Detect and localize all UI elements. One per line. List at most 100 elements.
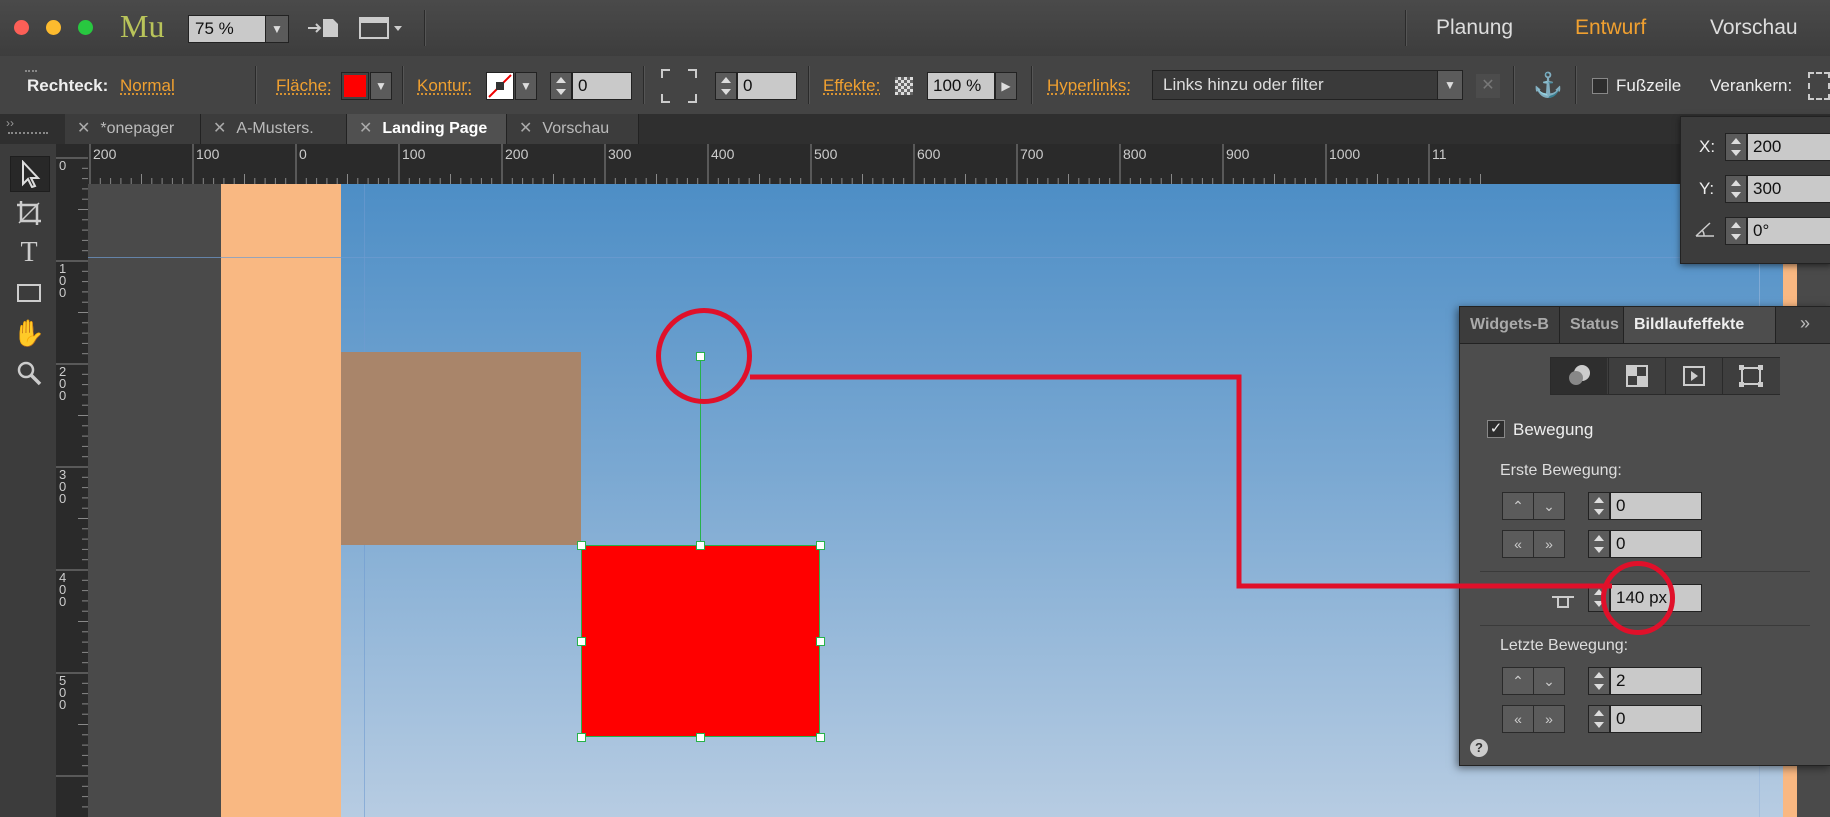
- last-horizontal-stepper[interactable]: [1588, 705, 1610, 733]
- last-horizontal-field[interactable]: 0: [1610, 705, 1702, 733]
- close-tab-icon[interactable]: ✕: [359, 120, 372, 137]
- first-vertical-field[interactable]: 0: [1610, 492, 1702, 520]
- close-window-button[interactable]: [14, 20, 29, 35]
- selected-rectangle[interactable]: [581, 545, 820, 737]
- rectangle-tool-icon[interactable]: [10, 276, 48, 310]
- divider: [1405, 10, 1407, 46]
- rotation-field[interactable]: 0°: [1747, 217, 1830, 245]
- tab-widgets-library[interactable]: Widgets-B: [1460, 307, 1560, 343]
- motion-effect-icon[interactable]: [1722, 358, 1780, 394]
- stroke-color-swatch[interactable]: [486, 72, 514, 100]
- resize-handle[interactable]: [816, 541, 825, 550]
- zoom-level-field[interactable]: 75 %: [188, 15, 266, 43]
- corner-radius-field[interactable]: 0: [737, 72, 797, 100]
- y-stepper[interactable]: [1725, 175, 1747, 203]
- fill-color-swatch[interactable]: [341, 72, 369, 100]
- resize-handle[interactable]: [696, 541, 705, 550]
- move-down-button[interactable]: ⌄: [1533, 667, 1565, 695]
- fill-label[interactable]: Fläche:: [276, 76, 332, 96]
- stroke-label[interactable]: Kontur:: [417, 76, 472, 96]
- collapse-panels-icon[interactable]: ››: [6, 116, 14, 130]
- anchor-position-icon[interactable]: [1808, 72, 1830, 100]
- zoom-tool-icon[interactable]: [10, 356, 48, 390]
- close-tab-icon[interactable]: ✕: [213, 120, 226, 137]
- fill-dropdown-button[interactable]: ▼: [370, 72, 392, 100]
- motion-label: Bewegung: [1513, 420, 1594, 439]
- y-field[interactable]: 300: [1747, 175, 1830, 203]
- scroll-effects-panel: Widgets-B Status Bildlaufeffekte » ✓ Bew…: [1459, 306, 1830, 766]
- x-stepper[interactable]: [1725, 133, 1747, 161]
- stroke-width-stepper[interactable]: [550, 72, 572, 100]
- zoom-window-button[interactable]: [78, 20, 93, 35]
- tab-label: Landing Page: [382, 120, 488, 137]
- motion-checkbox[interactable]: ✓: [1487, 420, 1505, 438]
- panel-menu-icon[interactable]: »: [1800, 313, 1810, 334]
- first-vertical-stepper[interactable]: [1588, 492, 1610, 520]
- help-icon[interactable]: ?: [1470, 739, 1488, 757]
- hand-tool-icon[interactable]: ✋: [10, 316, 48, 350]
- move-down-button[interactable]: ⌄: [1533, 492, 1565, 520]
- tab-a-musters[interactable]: ✕ A-Musters.: [201, 114, 347, 144]
- move-right-button[interactable]: »: [1533, 705, 1565, 733]
- first-horizontal-stepper[interactable]: [1588, 530, 1610, 558]
- workspace-planning-button[interactable]: Planung: [1436, 16, 1513, 40]
- minimize-window-button[interactable]: [46, 20, 61, 35]
- first-horizontal-field[interactable]: 0: [1610, 530, 1702, 558]
- hyperlinks-input[interactable]: Links hinzu oder filter: [1152, 70, 1438, 100]
- tab-states[interactable]: Status: [1560, 307, 1624, 343]
- resize-handle[interactable]: [816, 637, 825, 646]
- guide-line[interactable]: [88, 257, 1830, 258]
- text-tool-icon[interactable]: T: [10, 236, 48, 270]
- last-vertical-field[interactable]: 2: [1610, 667, 1702, 695]
- image-effect-icon[interactable]: [1608, 358, 1665, 394]
- tab-vorschau[interactable]: ✕ Vorschau: [507, 114, 639, 144]
- workspace-design-button[interactable]: Entwurf: [1575, 16, 1646, 40]
- resize-handle[interactable]: [816, 733, 825, 742]
- resize-handle[interactable]: [696, 733, 705, 742]
- last-vertical-stepper[interactable]: [1588, 667, 1610, 695]
- ruler-label: 0: [59, 594, 66, 609]
- move-left-button[interactable]: «: [1502, 705, 1534, 733]
- resize-handle[interactable]: [577, 733, 586, 742]
- opacity-slider-button[interactable]: ▶: [995, 72, 1017, 100]
- crop-tool-icon[interactable]: [10, 196, 48, 230]
- ruler-label: 900: [1226, 146, 1250, 162]
- close-tab-icon[interactable]: ✕: [519, 120, 532, 137]
- display-options-icon[interactable]: [358, 14, 406, 42]
- stroke-width-field[interactable]: 0: [572, 72, 632, 100]
- opacity-icon: [895, 77, 913, 95]
- tab-landing-page[interactable]: ✕ Landing Page: [347, 114, 507, 144]
- anchor-icon[interactable]: ⚓: [1533, 73, 1563, 99]
- brown-box[interactable]: [341, 352, 581, 545]
- zoom-dropdown-button[interactable]: ▼: [265, 15, 289, 43]
- move-left-button[interactable]: «: [1502, 530, 1534, 558]
- close-tab-icon[interactable]: ✕: [77, 120, 90, 137]
- tab-scroll-effects[interactable]: Bildlaufeffekte: [1624, 307, 1776, 343]
- resize-handle[interactable]: [577, 637, 586, 646]
- clear-hyperlink-icon[interactable]: ✕: [1476, 74, 1500, 98]
- effects-label[interactable]: Effekte:: [823, 76, 880, 96]
- stroke-dropdown-button[interactable]: ▼: [515, 72, 537, 100]
- move-up-button[interactable]: ⌃: [1502, 667, 1534, 695]
- left-band-rectangle[interactable]: [221, 184, 341, 817]
- place-file-icon[interactable]: [306, 14, 340, 42]
- workspace-preview-button[interactable]: Vorschau: [1710, 16, 1798, 40]
- x-field[interactable]: 200: [1747, 133, 1830, 161]
- rotation-stepper[interactable]: [1725, 217, 1747, 245]
- move-right-button[interactable]: »: [1533, 530, 1565, 558]
- background-effect-icon[interactable]: [1551, 358, 1607, 394]
- widget-effect-icon[interactable]: [1665, 358, 1722, 394]
- footer-checkbox[interactable]: [1592, 78, 1608, 94]
- tab-onepager[interactable]: ✕ *onepager: [65, 114, 201, 144]
- selection-tool-icon[interactable]: [10, 156, 50, 192]
- resize-handle[interactable]: [577, 541, 586, 550]
- ruler-label: 600: [917, 146, 941, 162]
- opacity-field[interactable]: 100 %: [927, 72, 995, 100]
- hyperlinks-dropdown-button[interactable]: ▼: [1437, 70, 1463, 100]
- ruler-label: 0: [59, 388, 66, 403]
- move-up-button[interactable]: ⌃: [1502, 492, 1534, 520]
- corner-radius-stepper[interactable]: [715, 72, 737, 100]
- object-style-link[interactable]: Normal: [120, 76, 175, 96]
- rotation-icon: [1694, 220, 1716, 238]
- hyperlinks-label[interactable]: Hyperlinks:: [1047, 76, 1131, 96]
